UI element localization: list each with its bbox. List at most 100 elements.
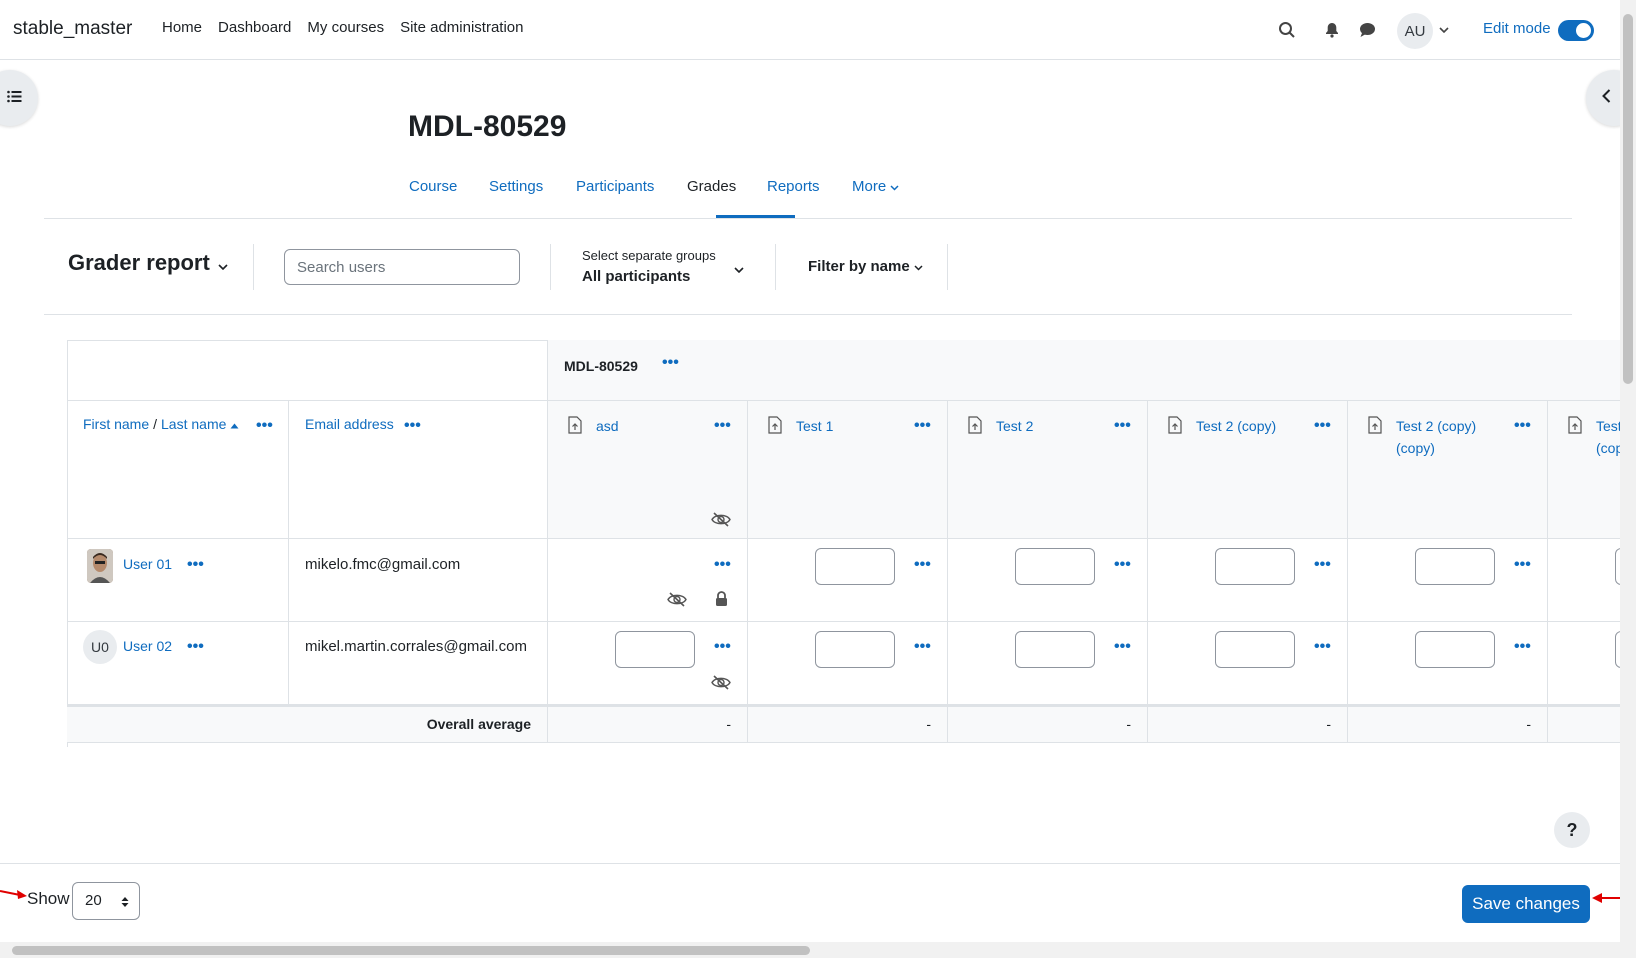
search-icon[interactable] [1276, 19, 1298, 41]
assignment-upload-icon [1568, 416, 1582, 438]
user-name-link[interactable]: User 01 [123, 556, 172, 572]
grade-item-actions-icon[interactable]: ••• [1314, 417, 1331, 435]
user-photo-avatar[interactable] [87, 549, 113, 583]
sort-first-name-link[interactable]: First name [83, 416, 149, 432]
user-menu-avatar[interactable]: AU [1397, 13, 1433, 49]
chevron-down-icon [218, 250, 228, 276]
grade-input[interactable] [815, 631, 895, 668]
grade-cell-actions-icon[interactable]: ••• [1514, 638, 1531, 656]
top-navbar: stable_master Home Dashboard My courses … [0, 0, 1620, 60]
grade-item-link[interactable]: Test 2 (copy) (copy) [1396, 415, 1486, 459]
report-title: Grader report [68, 250, 210, 275]
user-initials-avatar[interactable]: U0 [83, 630, 117, 664]
grade-cell-actions-icon[interactable]: ••• [714, 556, 731, 574]
grade-item-actions-icon[interactable]: ••• [1114, 417, 1131, 435]
nav-home[interactable]: Home [162, 19, 202, 36]
sort-email-link[interactable]: Email address [305, 416, 394, 432]
grade-cell: ••• [548, 622, 748, 705]
sticky-footer: Show 20 Save changes [0, 863, 1620, 942]
vertical-scrollbar[interactable] [1620, 0, 1636, 958]
grade-item-actions-icon[interactable]: ••• [714, 417, 731, 435]
grade-cell: ••• [1348, 622, 1548, 705]
email-column-actions-icon[interactable]: ••• [404, 417, 421, 435]
horizontal-scrollbar[interactable] [0, 942, 1620, 958]
grade-item-link[interactable]: Test 2 [996, 415, 1033, 437]
notifications-bell-icon[interactable] [1321, 19, 1343, 41]
grade-item-actions-icon[interactable]: ••• [914, 417, 931, 435]
grade-cell-actions-icon[interactable]: ••• [914, 556, 931, 574]
grade-item-actions-icon[interactable]: ••• [1514, 417, 1531, 435]
filter-by-name-button[interactable]: Filter by name [808, 258, 923, 275]
divider [947, 244, 948, 290]
groups-selector-value[interactable]: All participants [582, 268, 690, 285]
search-users-input[interactable] [284, 249, 520, 285]
tab-participants[interactable]: Participants [576, 178, 654, 195]
filter-by-name-label: Filter by name [808, 258, 910, 275]
user-menu-chevron-down-icon[interactable] [1433, 19, 1455, 41]
overall-average-value: - [726, 716, 731, 732]
category-header: MDL-80529 ••• [548, 340, 1620, 401]
grade-cell-actions-icon[interactable]: ••• [1114, 556, 1131, 574]
nav-dashboard[interactable]: Dashboard [218, 19, 291, 36]
grade-item-link[interactable]: asd [596, 415, 619, 437]
assignment-upload-icon [1368, 416, 1382, 438]
divider [253, 244, 254, 290]
grade-input[interactable] [1215, 631, 1295, 668]
grade-cell-actions-icon[interactable]: ••• [714, 638, 731, 656]
divider [550, 244, 551, 290]
grade-input[interactable] [1215, 548, 1295, 585]
user-email: mikelo.fmc@gmail.com [305, 556, 461, 573]
grade-item-link[interactable]: Test 1 [796, 415, 833, 437]
grade-input[interactable] [1015, 548, 1095, 585]
groups-chevron-down-icon[interactable] [734, 260, 744, 277]
tab-course[interactable]: Course [409, 178, 457, 195]
category-actions-icon[interactable]: ••• [662, 354, 679, 372]
grade-item-header-test-2: Test 2 ••• [948, 401, 1148, 539]
user-actions-icon[interactable]: ••• [187, 638, 204, 656]
chevron-down-icon [890, 178, 899, 195]
sort-last-name-link[interactable]: Last name [161, 416, 226, 432]
grade-cell: ••• [1348, 539, 1548, 622]
save-changes-button[interactable]: Save changes [1462, 885, 1590, 923]
tab-grades[interactable]: Grades [687, 178, 736, 195]
grade-input[interactable] [815, 548, 895, 585]
name-column-actions-icon[interactable]: ••• [256, 417, 273, 435]
divider [775, 244, 776, 290]
grade-item-link[interactable]: Test 2 (copy) [1196, 415, 1276, 437]
edit-mode-toggle[interactable] [1558, 20, 1594, 41]
user-actions-icon[interactable]: ••• [187, 556, 204, 574]
per-page-select[interactable]: 20 [72, 882, 140, 920]
per-page-label: Show [27, 889, 70, 908]
messages-chat-icon[interactable] [1356, 19, 1378, 41]
help-button[interactable]: ? [1554, 812, 1590, 848]
groups-selector-label: Select separate groups [582, 248, 716, 263]
grade-input[interactable] [1015, 631, 1095, 668]
grade-cell [1548, 539, 1620, 622]
grade-cell-actions-icon[interactable]: ••• [1314, 638, 1331, 656]
grade-cell-actions-icon[interactable]: ••• [914, 638, 931, 656]
grade-cell-actions-icon[interactable]: ••• [1514, 556, 1531, 574]
grade-item-link[interactable]: Test 2 (copy) (copy) (copy) [1596, 415, 1620, 459]
grade-cell: ••• [548, 539, 748, 622]
grade-item-header-asd: asd ••• [548, 401, 748, 539]
name-separator: / [153, 416, 158, 432]
lock-icon [715, 591, 728, 610]
grade-input[interactable] [1415, 548, 1495, 585]
tab-settings[interactable]: Settings [489, 178, 543, 195]
nav-site-administration[interactable]: Site administration [400, 19, 523, 36]
chevron-left-icon [1602, 89, 1611, 107]
tab-reports[interactable]: Reports [767, 178, 820, 195]
course-index-drawer-toggle[interactable] [0, 70, 38, 126]
tab-more[interactable]: More [852, 178, 899, 195]
site-brand[interactable]: stable_master [13, 18, 132, 40]
page-title: MDL-80529 [408, 110, 567, 143]
overall-average-label: Overall average [426, 716, 531, 732]
overall-average-value: - [1526, 716, 1531, 732]
nav-my-courses[interactable]: My courses [307, 19, 384, 36]
grade-cell-actions-icon[interactable]: ••• [1114, 638, 1131, 656]
report-selector[interactable]: Grader report [68, 250, 228, 276]
grade-input[interactable] [1415, 631, 1495, 668]
grade-cell-actions-icon[interactable]: ••• [1314, 556, 1331, 574]
grade-input[interactable] [615, 631, 695, 668]
user-name-link[interactable]: User 02 [123, 638, 172, 654]
